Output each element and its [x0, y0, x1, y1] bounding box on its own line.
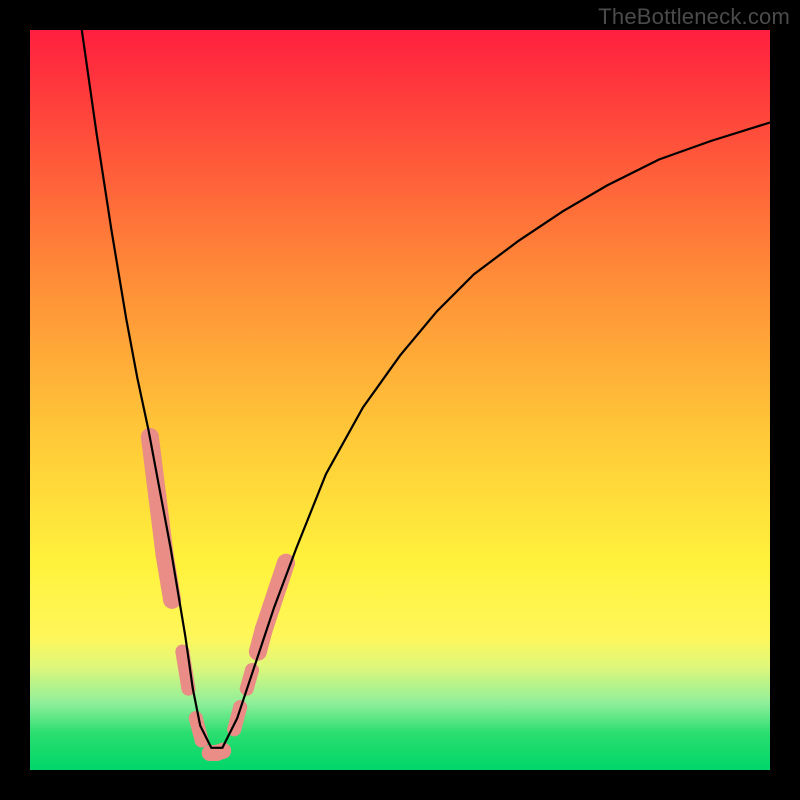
highlight-dots — [141, 428, 295, 761]
highlight-dot — [148, 487, 166, 505]
bottleneck-curve — [82, 30, 770, 748]
chart-svg — [30, 30, 770, 770]
watermark-text: TheBottleneck.com — [598, 4, 790, 30]
plot-area — [30, 30, 770, 770]
chart-frame: TheBottleneck.com — [0, 0, 800, 800]
